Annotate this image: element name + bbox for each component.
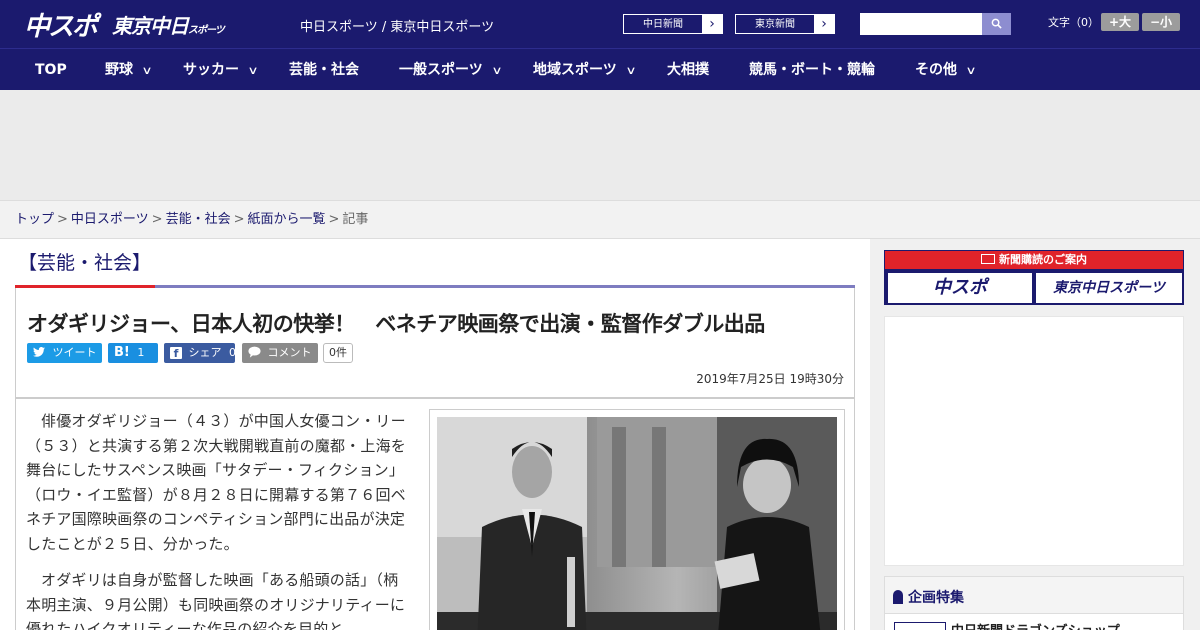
ad-banner-area: [0, 90, 1200, 200]
feature-panel: 企画特集 中日新聞ドラゴンズショップ: [884, 576, 1184, 630]
feature-list: 中日新聞ドラゴンズショップ: [885, 613, 1183, 630]
chevron-down-icon: ∨: [965, 64, 977, 77]
facebook-share-label: シェア: [188, 346, 222, 359]
speech-bubble-icon: [248, 346, 261, 358]
nav-item-baseball[interactable]: 野球 ∨: [105, 49, 153, 91]
nav-label: 大相撲: [667, 62, 709, 78]
facebook-share-button[interactable]: f シェア 0: [164, 343, 236, 363]
nav-item-other[interactable]: その他 ∨: [915, 49, 977, 91]
category-heading: 【芸能・社会】: [18, 252, 152, 274]
breadcrumb-entertainment[interactable]: 芸能・社会: [166, 212, 231, 227]
breadcrumb-separator: >: [57, 212, 68, 227]
tokyo-logo-main: 東京中日: [112, 14, 189, 38]
nav-item-general-sports[interactable]: 一般スポーツ ∨: [399, 49, 503, 91]
article-title: オダギリジョー、日本人初の快挙！ ベネチア映画祭で出演・監督作ダブル出品: [27, 312, 765, 336]
newspaper-icon: [981, 254, 995, 264]
tokyo-shimbun-button[interactable]: 東京新聞 ›: [734, 13, 836, 35]
search-icon: [991, 18, 1002, 29]
nav-label: 野球: [105, 62, 133, 78]
nav-label: サッカー: [183, 62, 239, 78]
article-photo[interactable]: [437, 417, 837, 630]
nav-item-local-sports[interactable]: 地域スポーツ ∨: [533, 49, 637, 91]
chevron-down-icon: ∨: [491, 64, 503, 77]
nav-item-entertainment[interactable]: 芸能・社会: [289, 49, 359, 91]
top-header: 中スポ 東京中日スポーツ 中日スポーツ / 東京中日スポーツ 中日新聞 › 東京…: [0, 0, 1200, 48]
nav-label: 芸能・社会: [289, 62, 359, 78]
article-paragraph: オダギリは自身が監督した映画「ある船頭の話」（柄本明主演、９月公開）も同映画祭の…: [26, 571, 406, 630]
dragons-shop-link[interactable]: 中日新聞ドラゴンズショップ: [951, 620, 1120, 630]
subscription-promo-label: 新聞購読のご案内: [999, 253, 1087, 266]
comment-button[interactable]: コメント: [242, 343, 318, 363]
nav-label: 地域スポーツ: [533, 62, 617, 78]
promo-chuspo-logo[interactable]: 中スポ: [888, 273, 1032, 303]
article-paragraph: 俳優オダギリジョー（４３）が中国人女優コン・リー（５３）と共演する第２次大戦開戦…: [26, 412, 407, 553]
article-body: 俳優オダギリジョー（４３）が中国人女優コン・リー（５３）と共演する第２次大戦開戦…: [15, 398, 855, 630]
tweet-label: ツイート: [52, 346, 97, 359]
publish-date: 2019年7月25日 19時30分: [696, 372, 844, 386]
article-header: オダギリジョー、日本人初の快挙！ ベネチア映画祭で出演・監督作ダブル出品 ツイー…: [15, 288, 855, 398]
subscription-promo[interactable]: 新聞購読のご案内 中スポ 東京中日スポーツ: [884, 250, 1184, 305]
photo-scene: [437, 417, 837, 630]
sidebar-ad: [884, 316, 1184, 566]
tokyo-shimbun-label: 東京新聞: [735, 14, 815, 34]
font-larger-button[interactable]: +大: [1101, 13, 1139, 31]
nav-item-soccer[interactable]: サッカー ∨: [183, 49, 259, 91]
font-size-label: 文字（0）: [1048, 16, 1099, 29]
tweet-button[interactable]: ツイート: [27, 343, 102, 363]
breadcrumb-paper-list[interactable]: 紙面から一覧: [248, 212, 326, 227]
twitter-icon: [33, 347, 45, 357]
chevron-right-icon: ›: [709, 16, 715, 32]
breadcrumb-separator: >: [328, 212, 340, 227]
breadcrumb-separator: >: [233, 212, 245, 227]
facebook-icon: f: [170, 347, 182, 360]
breadcrumb-chunichi-sports[interactable]: 中日スポーツ: [71, 212, 149, 227]
facebook-share-count: 0: [229, 346, 236, 359]
chuspo-logo[interactable]: 中スポ: [24, 6, 98, 43]
subscription-promo-title: 新聞購読のご案内: [885, 251, 1183, 269]
tokyo-logo-small: スポーツ: [188, 25, 225, 36]
nav-label: 一般スポーツ: [399, 62, 483, 78]
nav-item-top[interactable]: TOP: [35, 49, 67, 91]
feature-panel-label: 企画特集: [908, 590, 964, 606]
chevron-down-icon: ∨: [625, 64, 637, 77]
search-input[interactable]: [860, 13, 982, 35]
hatena-count: 1: [137, 346, 145, 359]
tokyo-chunichi-logo[interactable]: 東京中日スポーツ: [112, 10, 225, 39]
nav-item-sumo[interactable]: 大相撲: [667, 49, 709, 91]
nav-item-racing[interactable]: 競馬・ボート・競輪: [749, 49, 875, 91]
chevron-right-icon: ›: [821, 16, 827, 32]
chunichi-shimbun-button[interactable]: 中日新聞 ›: [622, 13, 724, 35]
breadcrumb-top[interactable]: トップ: [15, 212, 54, 227]
site-links[interactable]: 中日スポーツ / 東京中日スポーツ: [300, 16, 494, 35]
article-photo-frame: [429, 409, 845, 630]
breadcrumb: トップ > 中日スポーツ > 芸能・社会 > 紙面から一覧 > 記事: [0, 200, 1200, 239]
nav-label: その他: [915, 62, 957, 78]
hatena-bookmark-button[interactable]: B! 1: [108, 343, 158, 363]
font-smaller-button[interactable]: −小: [1142, 13, 1180, 31]
nav-label: TOP: [35, 62, 67, 78]
ribbon-icon: [893, 590, 903, 604]
main-nav: TOP 野球 ∨ サッカー ∨ 芸能・社会 一般スポーツ ∨ 地域スポーツ ∨ 大相撲 …: [0, 48, 1200, 90]
hatena-icon: B!: [114, 345, 130, 360]
search-button[interactable]: [982, 13, 1011, 35]
chevron-down-icon: ∨: [247, 64, 259, 77]
dragons-shop-thumbnail[interactable]: [894, 622, 946, 630]
comment-count[interactable]: 0件: [323, 343, 353, 363]
comment-label: コメント: [267, 346, 312, 359]
breadcrumb-separator: >: [151, 212, 163, 227]
feature-panel-title: 企画特集: [893, 587, 964, 607]
chunichi-shimbun-label: 中日新聞: [623, 14, 703, 34]
nav-label: 競馬・ボート・競輪: [749, 62, 875, 78]
chevron-down-icon: ∨: [141, 64, 153, 77]
breadcrumb-current: 記事: [342, 212, 369, 227]
promo-tokyo-chunichi-logo[interactable]: 東京中日スポーツ: [1036, 273, 1182, 303]
